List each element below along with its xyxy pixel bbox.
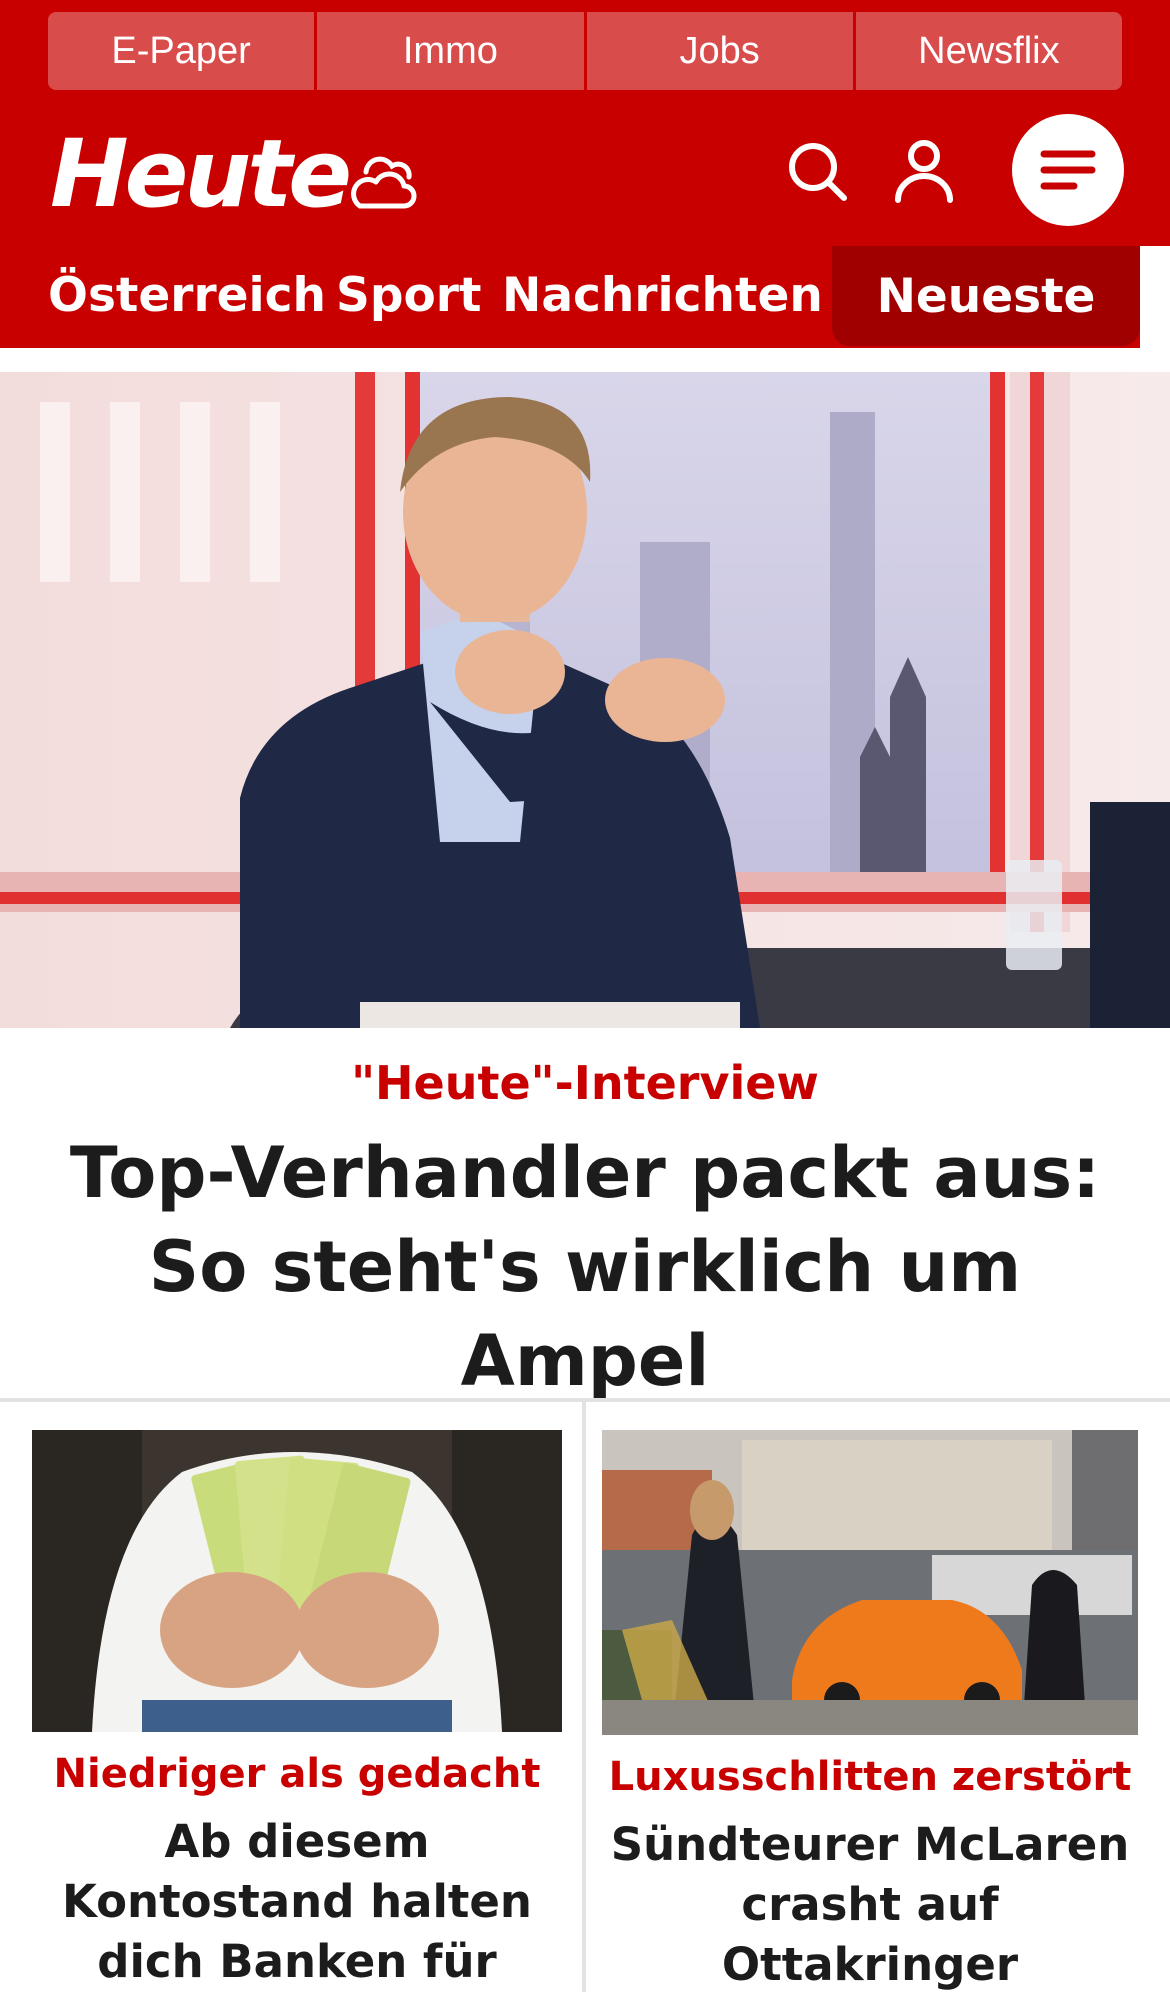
- hero-teaser: "Heute"-Interview Top-Verhandler packt a…: [0, 1052, 1170, 1408]
- nav-item-neueste[interactable]: Neueste: [832, 246, 1140, 346]
- site-header: E-Paper Immo Jobs Newsflix Heute Österre…: [0, 0, 1170, 348]
- crash-photo: [602, 1430, 1138, 1735]
- article-card-mclaren[interactable]: Luxusschlitten zerstört Sündteurer McLar…: [602, 1430, 1138, 1992]
- nav-item-oesterreich[interactable]: Österreich: [48, 268, 326, 323]
- card-image-crash[interactable]: [602, 1430, 1138, 1735]
- top-link-newsflix[interactable]: Newsflix: [855, 12, 1122, 90]
- top-links-bar: E-Paper Immo Jobs Newsflix: [48, 12, 1122, 90]
- card-kicker: Luxusschlitten zerstört: [608, 1754, 1132, 1800]
- card-headline: Sündteurer McLaren crasht auf Ottakringe…: [610, 1818, 1130, 1991]
- card-headline: Ab diesem Kontostand halten dich Banken …: [62, 1815, 532, 1988]
- card-kicker: Niedriger als gedacht: [53, 1751, 541, 1797]
- menu-button[interactable]: [1012, 114, 1124, 226]
- brand-row: Heute: [0, 110, 1170, 236]
- nav-item-nachrichten[interactable]: Nachrichten: [502, 268, 823, 323]
- user-icon[interactable]: [894, 138, 954, 204]
- nav-scroll-edge: [1140, 246, 1170, 348]
- search-icon[interactable]: [786, 140, 850, 204]
- article-card-bank[interactable]: Niedriger als gedacht Ab diesem Kontosta…: [32, 1430, 562, 1992]
- site-logo[interactable]: Heute: [50, 128, 352, 222]
- weather-cloud-icon[interactable]: [344, 150, 420, 212]
- section-nav: Österreich Sport Nachrichten Neueste: [0, 246, 1170, 348]
- money-photo: [32, 1430, 562, 1732]
- nav-item-sport[interactable]: Sport: [336, 268, 481, 323]
- hero-image[interactable]: [0, 372, 1170, 1028]
- top-link-jobs[interactable]: Jobs: [586, 12, 856, 90]
- hero-kicker[interactable]: "Heute"-Interview: [0, 1052, 1170, 1114]
- hero-headline[interactable]: Top-Verhandler packt aus: So steht's wir…: [0, 1126, 1170, 1408]
- menu-icon: [1040, 150, 1096, 190]
- top-link-epaper[interactable]: E-Paper: [48, 12, 318, 90]
- top-link-immo[interactable]: Immo: [317, 12, 587, 90]
- hero-photo: [0, 372, 1170, 1028]
- card-image-money[interactable]: [32, 1430, 562, 1732]
- column-divider: [582, 1402, 586, 1992]
